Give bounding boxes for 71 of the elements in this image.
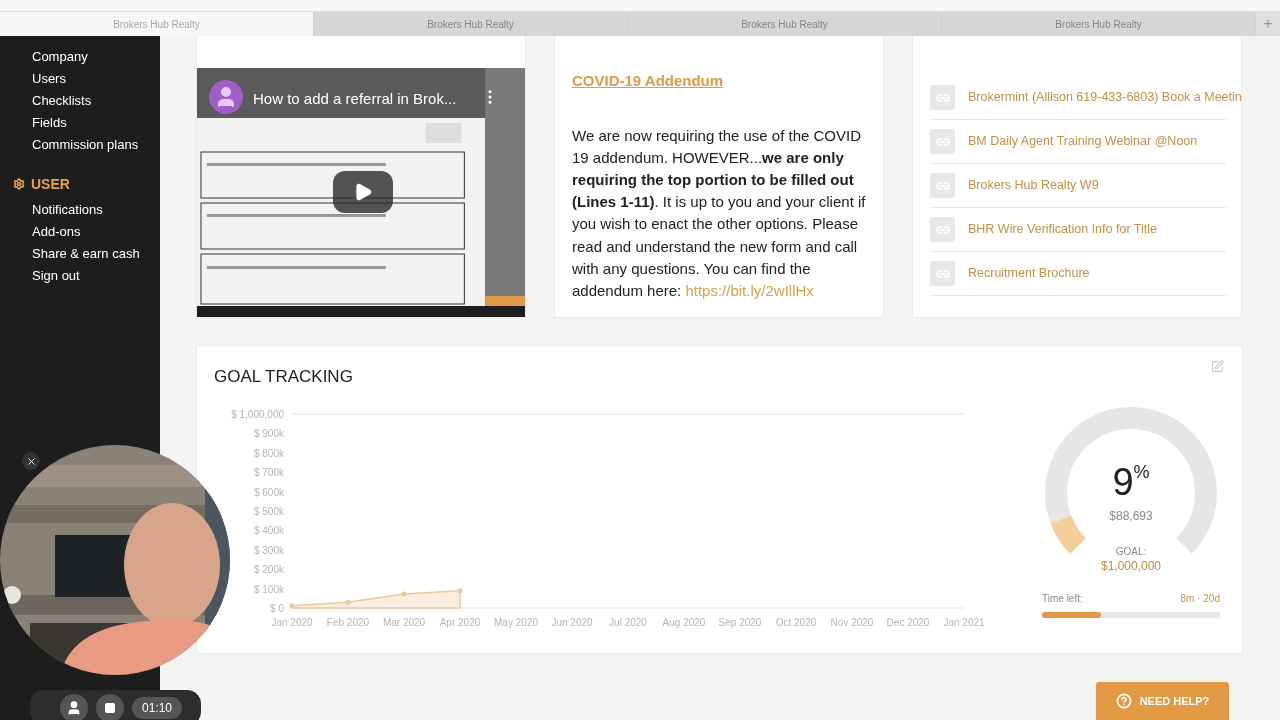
person-icon: [66, 700, 82, 716]
play-button[interactable]: [333, 171, 393, 213]
new-tab-button[interactable]: +: [1256, 12, 1280, 36]
browser-tab[interactable]: Brokers Hub Realty: [628, 12, 942, 36]
axis-label: Mar 2020: [382, 616, 426, 628]
axis-label: $ 800k: [253, 447, 284, 459]
close-icon: [25, 455, 37, 467]
axis-label: May 2020: [494, 616, 538, 628]
stop-icon: [104, 702, 116, 714]
resource-link[interactable]: Brokers Hub Realty W9: [968, 176, 1099, 195]
axis-label: $ 200k: [253, 563, 284, 575]
axis-label: $ 400k: [253, 524, 284, 536]
goal-value: $1,000,000: [1100, 558, 1162, 574]
sidebar-item[interactable]: Checklists: [0, 90, 160, 112]
percent-value: 9: [1112, 463, 1134, 501]
data-point: [457, 587, 463, 593]
sidebar-item[interactable]: Add-ons: [0, 221, 160, 243]
data-point: [345, 599, 351, 605]
card-title: GOAL TRACKING: [214, 366, 354, 388]
percent-sign: %: [1133, 463, 1150, 481]
axis-label: Sep 2020: [718, 616, 762, 628]
axis-label: Aug 2020: [662, 616, 706, 628]
settings-icon: [13, 178, 25, 190]
axis-label: Apr 2020: [439, 616, 481, 628]
resource-link[interactable]: Recruitment Brochure: [968, 264, 1090, 283]
axis-label: Jun 2020: [551, 616, 593, 628]
sidebar-item[interactable]: Notifications: [0, 199, 160, 221]
data-point: [289, 602, 295, 608]
data-point: [401, 591, 407, 597]
sidebar-item[interactable]: Users: [0, 68, 160, 90]
axis-label: Feb 2020: [326, 616, 370, 628]
sidebar-item[interactable]: Commission plans: [0, 134, 160, 156]
announcement-text: We are now requiring the use of the COVID 19 addendum. HOWEVER...we are only requiring the top portion to be filled out (Lines 1-11). It is up to you and your client if you wish to enact the other options. Please read and understand the new form and call with any questions. You can find the addendum here: https://bit.ly/2wIllHx: [572, 125, 866, 301]
sidebar-item[interactable]: Sign out: [0, 265, 160, 287]
axis-label: $ 500k: [253, 505, 284, 517]
browser-tab[interactable]: Brokers Hub Realty: [0, 12, 314, 36]
help-button[interactable]: NEED HELP?: [1096, 682, 1229, 720]
axis-label: $ 100k: [253, 583, 284, 595]
stop-button[interactable]: [96, 694, 124, 720]
announcement-title[interactable]: COVID-19 Addendum: [572, 70, 866, 93]
resource-link[interactable]: BM Daily Agent Training Webinar @Noon: [968, 132, 1198, 151]
addendum-link[interactable]: https://bit.ly/2wIllHx: [685, 281, 814, 299]
resource-link[interactable]: BHR Wire Verification Info for Title: [968, 220, 1157, 239]
sidebar-item[interactable]: Share & earn cash: [0, 243, 160, 265]
axis-label: Oct 2020: [775, 616, 817, 628]
axis-label: $ 900k: [253, 427, 284, 439]
axis-label: $ 700k: [253, 466, 284, 478]
axis-label: $ 600k: [253, 486, 284, 498]
recording-timer: 01:10: [132, 697, 183, 719]
axis-label: Nov 2020: [830, 616, 874, 628]
sidebar-item[interactable]: Company: [0, 46, 160, 68]
browser-tab[interactable]: Brokers Hub Realty: [314, 12, 628, 36]
axis-label: $ 1,000,000: [231, 408, 284, 420]
time-left-label: Time left:: [1042, 592, 1083, 606]
axis-label: Jan 2020: [271, 616, 313, 628]
time-left-value: 8m · 20d: [1180, 592, 1220, 606]
axis-label: $ 300k: [253, 544, 284, 556]
sidebar-item[interactable]: Fields: [0, 112, 160, 134]
axis-label: $ 0: [270, 602, 284, 614]
camera-button[interactable]: [60, 694, 88, 720]
play-icon: [353, 182, 373, 202]
goal-label: GOAL:: [1115, 546, 1147, 558]
video-title[interactable]: How to add a referral in Brok...: [253, 88, 457, 111]
help-icon: [1115, 693, 1132, 709]
axis-label: Jan 2021: [943, 616, 985, 628]
axis-label: Jul 2020: [609, 616, 647, 628]
resource-link[interactable]: Brokermint (Allison 619-433-6803) Book a Meetin: [968, 88, 1242, 107]
section-title: USER: [31, 174, 70, 194]
browser-tab[interactable]: Brokers Hub Realty: [942, 12, 1256, 36]
axis-label: Dec 2020: [886, 616, 930, 628]
earned-amount: $88,693: [1109, 508, 1153, 525]
